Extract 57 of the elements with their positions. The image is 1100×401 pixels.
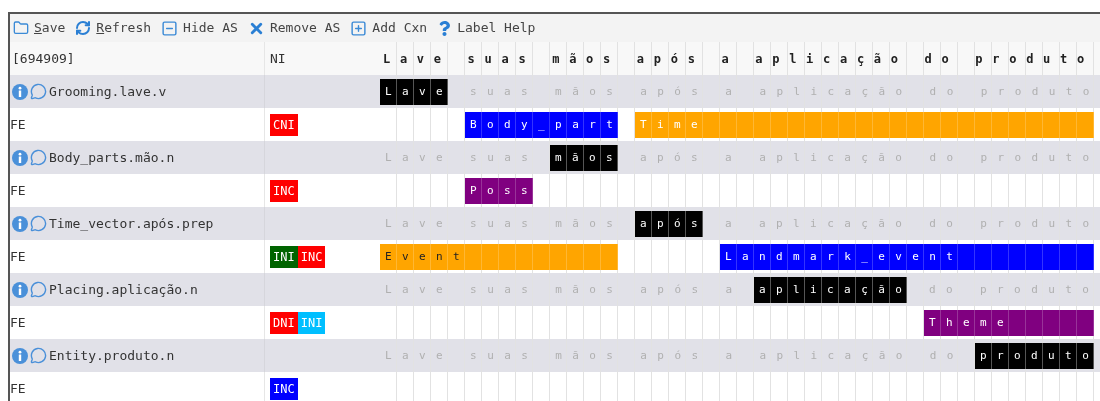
target-word[interactable]: Lave [380, 78, 448, 105]
fe-label: FE [10, 182, 26, 198]
frame-element-span[interactable]: Event [380, 243, 618, 270]
button-label: Remove AS [269, 19, 341, 38]
frame-name: Entity.produto.n [49, 346, 175, 365]
info-icon[interactable] [12, 149, 28, 166]
fe-label: FE [10, 248, 26, 264]
ni-tag: INI [270, 245, 298, 268]
refresh-icon [75, 20, 92, 36]
ni-tag: INC [270, 179, 298, 202]
frame-name: Time_vector.após.prep [49, 214, 214, 233]
frame-element-span[interactable]: Poss [465, 177, 533, 204]
help-icon [437, 20, 453, 36]
target-word[interactable]: mãos [550, 144, 618, 171]
comment-icon[interactable] [30, 149, 47, 166]
comment-icon[interactable] [30, 347, 47, 364]
target-word[interactable]: produto [975, 342, 1094, 369]
ni-tag: DNI [270, 311, 298, 334]
frame-element-span[interactable]: Theme [924, 309, 1094, 336]
info-icon[interactable] [12, 347, 28, 364]
save-button[interactable]: Save [13, 18, 66, 38]
folder-icon [13, 20, 29, 36]
target-word[interactable]: aplicação [754, 276, 907, 303]
ni-tag: INC [297, 245, 326, 268]
info-icon[interactable] [12, 83, 28, 100]
info-icon[interactable] [12, 215, 28, 232]
frame-name: Placing.aplicação.n [49, 280, 198, 299]
ni-tag: INI [297, 311, 326, 334]
ni-column-header: NI [270, 49, 286, 68]
plus-square-icon [350, 19, 368, 37]
sentence-id: [694909] [12, 50, 75, 66]
frame-element-span[interactable]: Landmark_event [720, 243, 1094, 270]
button-label: Refresh [96, 19, 152, 38]
info-icon[interactable] [12, 281, 28, 298]
refresh-button[interactable]: Refresh [75, 18, 152, 38]
add-button[interactable]: Add Cxn [350, 18, 428, 38]
frame-element-span[interactable]: Body_part [465, 111, 618, 138]
button-label: Label Help [457, 19, 536, 38]
button-label: Add Cxn [372, 19, 428, 38]
frame-name: Body_parts.mão.n [49, 148, 175, 167]
sentence-text: Lave suas mãos após a aplicação do produto [382, 50, 1094, 68]
fe-label: FE [10, 116, 26, 132]
comment-icon[interactable] [30, 281, 47, 298]
target-word[interactable]: após [635, 210, 703, 237]
button-label: Hide AS [183, 19, 238, 38]
remove-button[interactable]: Remove AS [247, 18, 341, 38]
ni-tag: CNI [270, 113, 298, 136]
help-button[interactable]: Label Help [437, 18, 536, 38]
fe-label: FE [10, 314, 26, 330]
comment-icon[interactable] [30, 83, 47, 100]
button-label: Save [34, 19, 66, 38]
ni-tag: INC [270, 377, 298, 400]
frame-name: Grooming.lave.v [49, 82, 167, 101]
hide-button[interactable]: Hide AS [161, 18, 238, 38]
comment-icon[interactable] [30, 215, 47, 232]
minus-square-icon [161, 19, 179, 37]
fe-label: FE [10, 380, 26, 396]
